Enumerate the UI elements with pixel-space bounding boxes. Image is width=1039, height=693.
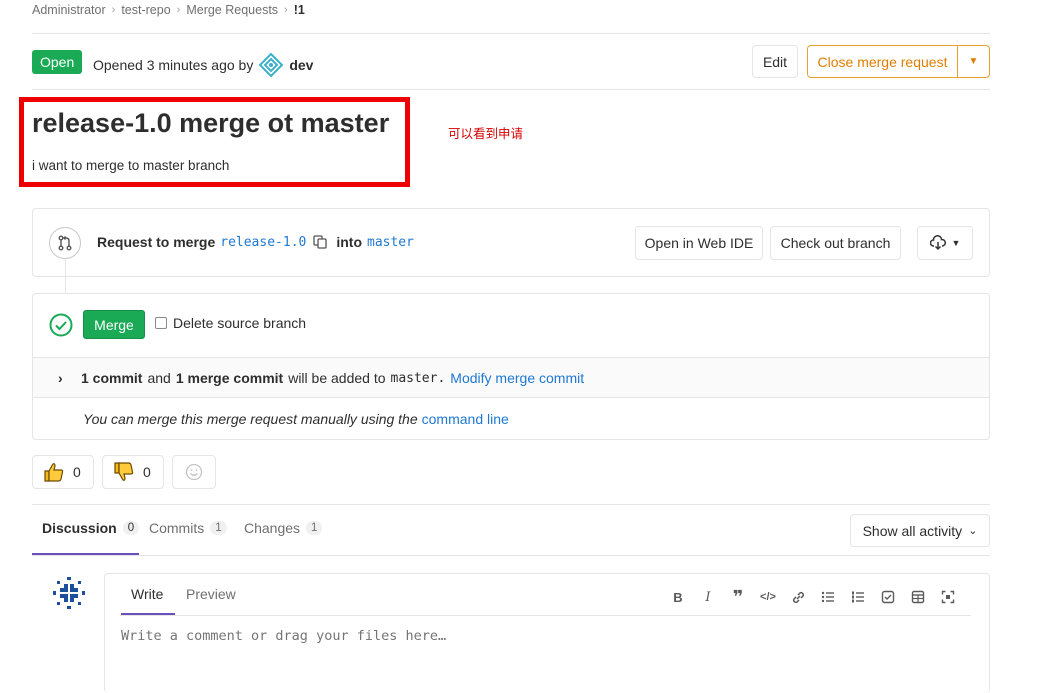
target-branch-name: master.	[390, 370, 446, 386]
breadcrumb: Administrator › test-repo › Merge Reques…	[32, 3, 305, 17]
merge-commit-count: 1 merge commit	[175, 370, 284, 386]
opened-info: Opened 3 minutes ago by dev	[93, 53, 313, 77]
numbered-list-icon[interactable]	[848, 588, 868, 606]
opened-text: Opened 3 minutes ago by	[93, 57, 254, 73]
status-badge: Open	[32, 50, 83, 74]
chevron-right-icon: ›	[176, 4, 181, 16]
cloud-download-icon	[929, 235, 946, 251]
tab-discussion[interactable]: Discussion 0	[42, 520, 140, 536]
download-dropdown-button[interactable]: ▼	[917, 226, 973, 260]
request-prefix: Request to merge	[97, 234, 216, 250]
tab-preview[interactable]: Preview	[186, 586, 236, 602]
tabs-top-divider	[32, 504, 990, 505]
annotation-text: 可以看到申请	[448, 126, 524, 141]
header-divider	[32, 33, 990, 34]
tab-commits[interactable]: Commits 1	[149, 520, 227, 536]
activity-filter-label: Show all activity	[862, 522, 963, 539]
commit-count: 1 commit	[81, 370, 143, 386]
and-text: and	[147, 370, 171, 386]
tab-discussion-count: 0	[122, 521, 140, 535]
breadcrumb-mr-id[interactable]: !1	[294, 3, 305, 17]
manual-merge-text: You can merge this merge request manuall…	[83, 411, 418, 427]
manual-merge-hint: You can merge this merge request manuall…	[83, 411, 509, 427]
merge-button[interactable]: Merge	[83, 310, 145, 339]
tab-changes[interactable]: Changes 1	[244, 520, 323, 536]
edit-button[interactable]: Edit	[752, 45, 798, 78]
source-branch-link[interactable]: release-1.0	[220, 235, 306, 250]
smiley-icon	[185, 463, 203, 481]
delete-source-label[interactable]: Delete source branch	[173, 315, 306, 331]
tab-commits-label: Commits	[149, 520, 205, 536]
thumbs-down-icon	[113, 461, 135, 483]
commit-summary: › 1 commit and 1 merge commit will be ad…	[58, 370, 584, 386]
quote-icon[interactable]: ❞	[728, 587, 748, 607]
into-label: into	[336, 234, 362, 250]
italic-icon[interactable]: I	[698, 588, 718, 606]
annotation-highlight-box	[19, 97, 410, 187]
add-reaction-button[interactable]	[172, 455, 216, 489]
task-list-icon[interactable]	[878, 588, 898, 606]
check-circle-icon	[49, 313, 73, 337]
close-merge-request-button[interactable]: Close merge request	[807, 45, 958, 78]
tab-discussion-label: Discussion	[42, 520, 117, 536]
target-branch-link[interactable]: master	[367, 235, 414, 250]
tabs-bottom-divider	[32, 555, 990, 556]
thumbs-down-award-button[interactable]: 0	[102, 455, 164, 489]
user-avatar[interactable]	[50, 574, 88, 612]
thumbs-up-icon	[43, 461, 65, 483]
breadcrumb-test-repo[interactable]: test-repo	[121, 3, 170, 17]
chevron-right-icon: ›	[284, 4, 288, 16]
chevron-right-icon[interactable]: ›	[58, 370, 76, 386]
thumbs-up-award-button[interactable]: 0	[32, 455, 94, 489]
markdown-toolbar: B I ❞ </>	[668, 587, 958, 607]
copy-icon[interactable]	[313, 235, 327, 249]
check-out-branch-button[interactable]: Check out branch	[770, 226, 901, 260]
caret-down-icon: ▼	[951, 238, 961, 248]
timeline-connector	[65, 259, 66, 293]
bold-icon[interactable]: B	[668, 588, 688, 606]
tab-write[interactable]: Write	[131, 586, 163, 602]
modify-merge-commit-link[interactable]: Modify merge commit	[450, 370, 584, 386]
title-divider	[32, 89, 990, 90]
code-icon[interactable]: </>	[758, 588, 778, 606]
bullet-list-icon[interactable]	[818, 588, 838, 606]
author-avatar[interactable]	[259, 53, 284, 77]
close-options-dropdown[interactable]: ▼	[957, 45, 990, 78]
will-be-added-text: will be added to	[288, 370, 386, 386]
fullscreen-icon[interactable]	[938, 588, 958, 606]
breadcrumb-merge-requests[interactable]: Merge Requests	[186, 3, 278, 17]
breadcrumb-administrator[interactable]: Administrator	[32, 3, 106, 17]
delete-source-checkbox[interactable]	[155, 317, 167, 329]
tab-commits-count: 1	[210, 521, 227, 535]
activity-filter-dropdown[interactable]: Show all activity ⌄	[850, 514, 990, 547]
author-name[interactable]: dev	[289, 57, 313, 73]
request-to-merge: Request to merge release-1.0 into master	[97, 234, 414, 250]
delete-source-branch-option[interactable]: Delete source branch	[155, 315, 306, 331]
open-web-ide-button[interactable]: Open in Web IDE	[635, 226, 763, 260]
tab-changes-count: 1	[306, 521, 323, 535]
link-icon[interactable]	[788, 588, 808, 606]
chevron-down-icon: ⌄	[968, 525, 978, 537]
caret-down-icon: ▼	[968, 56, 979, 67]
thumbs-up-count: 0	[73, 464, 81, 480]
comment-input[interactable]	[121, 628, 941, 644]
tab-changes-label: Changes	[244, 520, 301, 536]
editor-divider	[120, 615, 971, 616]
chevron-right-icon: ›	[111, 4, 116, 16]
thumbs-down-count: 0	[143, 464, 151, 480]
table-icon[interactable]	[908, 588, 928, 606]
merge-request-icon	[49, 227, 81, 259]
command-line-link[interactable]: command line	[422, 411, 509, 427]
